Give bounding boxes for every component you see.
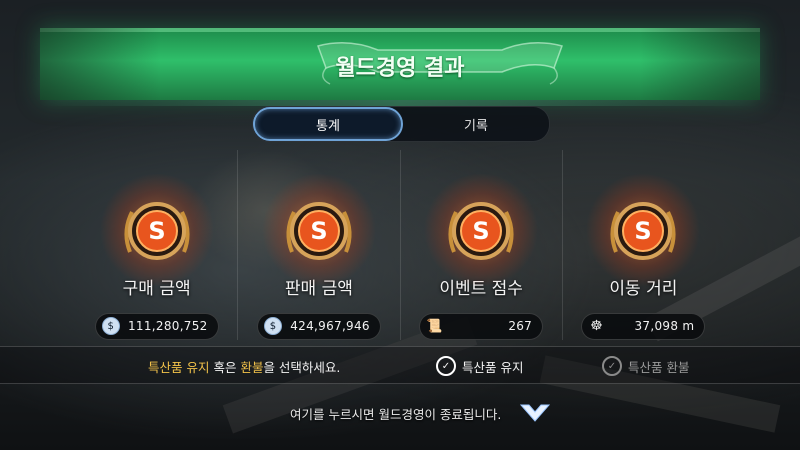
stat-event-score: S 이벤트 점수 📜 267 [399,150,562,340]
silver-coin-icon: $ [101,317,120,336]
stat-value: 111,280,752 [127,319,208,334]
choice-row: 특산품 유지 혹은 환불을 선택하세요. ✓ 특산품 유지 ✓ 특산품 환불 [0,346,800,384]
check-circle-icon: ✓ [436,356,456,376]
refund-option-label: 특산품 환불 [628,359,690,375]
choice-connector-text: 혹은 [209,360,241,375]
tab-records[interactable]: 기록 [403,107,549,141]
refund-specialty-option[interactable]: ✓ 특산품 환불 [602,356,689,376]
keep-highlight-text: 특산품 유지 [148,360,210,375]
stat-value: 37,098 m [634,319,695,334]
choice-instruction-text: 을 선택하세요. [263,360,341,375]
stat-value-box: ☸ 37,098 m [581,312,706,340]
result-banner: 월드경영 결과 [40,28,760,100]
choice-message: 특산품 유지 혹은 환불을 선택하세요. [148,357,340,376]
s-grade-emblem-icon: S [97,174,216,286]
svg-text:S: S [472,217,489,245]
end-world-management-text[interactable]: 여기를 누르시면 월드경영이 종료됩니다. [290,404,501,423]
stat-value-box: 📜 267 [419,312,544,340]
refund-highlight-text: 환불 [240,360,264,375]
wheel-icon: ☸ [590,318,603,335]
page-title: 월드경영 결과 [335,56,465,81]
s-grade-emblem-icon: S [259,174,378,286]
silver-coin-icon: $ [263,317,282,336]
stat-sales-amount: S 판매 금액 $ 424,967,946 [237,150,399,340]
svg-text:S: S [148,217,165,245]
check-circle-icon: ✓ [602,356,622,376]
tab-statistics[interactable]: 통계 [253,107,403,141]
s-grade-emblem-icon: S [584,174,703,286]
scroll-icon: 📜 [426,318,443,334]
svg-text:S: S [635,217,652,245]
stat-travel-distance: S 이동 거리 ☸ 37,098 m [561,150,724,340]
stat-value: 424,967,946 [290,319,370,334]
stats-panel: S 구매 금액 $ 111,280,752 S 판매 금액 $ 424,967,… [76,150,724,340]
stat-purchase-amount: S 구매 금액 $ 111,280,752 [76,150,237,340]
keep-specialty-option[interactable]: ✓ 특산품 유지 [436,356,523,376]
svg-text:S: S [310,217,327,245]
tab-bar: 통계 기록 [252,106,550,142]
keep-option-label: 특산품 유지 [462,359,524,375]
stat-value-box: $ 111,280,752 [94,312,219,340]
chevron-down-icon[interactable] [519,402,551,424]
s-grade-emblem-icon: S [422,174,541,286]
stat-value-box: $ 424,967,946 [256,312,381,340]
stat-value: 267 [508,319,533,334]
